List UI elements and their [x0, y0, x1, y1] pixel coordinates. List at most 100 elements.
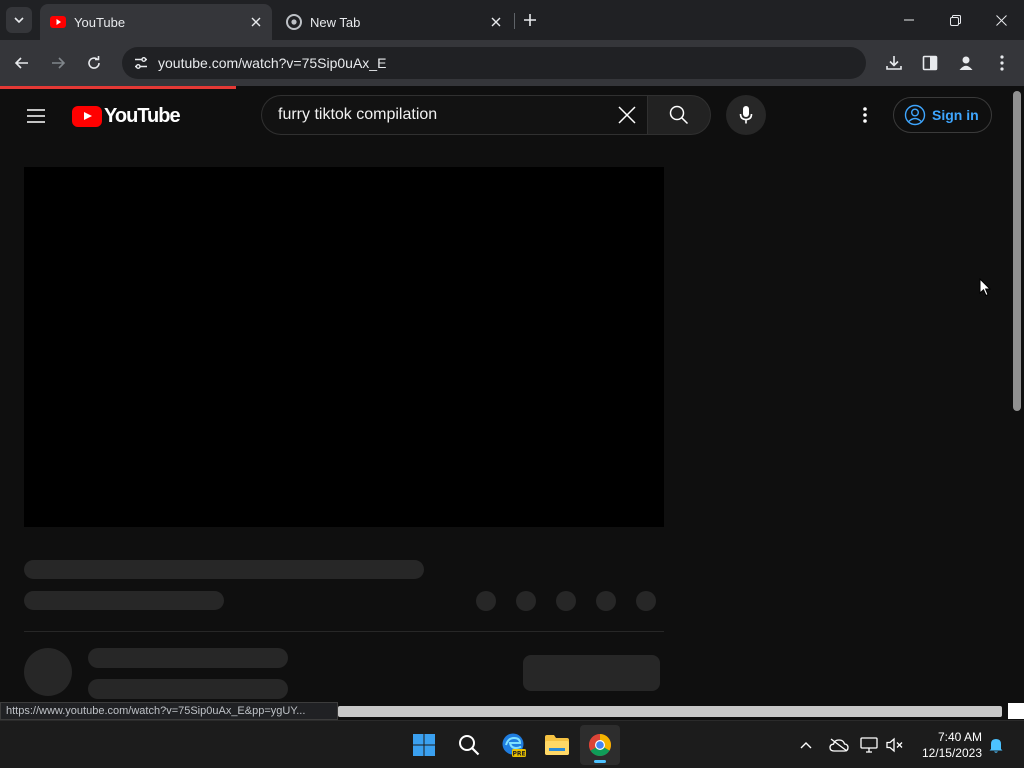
sign-in-button[interactable]: Sign in	[893, 97, 992, 133]
guide-menu-button[interactable]	[24, 104, 48, 128]
search-button[interactable]	[647, 95, 711, 135]
volume-tray-button[interactable]	[885, 735, 905, 755]
tab-new-tab[interactable]: New Tab	[276, 4, 512, 40]
action-placeholder	[596, 591, 616, 611]
microphone-icon	[739, 106, 753, 124]
edge-beta-button[interactable]: PRE	[494, 725, 534, 765]
bell-icon	[989, 739, 1003, 753]
title-placeholder	[24, 560, 424, 579]
forward-arrow-icon	[52, 57, 66, 69]
side-panel-icon	[922, 55, 938, 71]
horizontal-scrollbar[interactable]	[338, 706, 1002, 717]
tab-title: YouTube	[74, 14, 126, 30]
search-input[interactable]: furry tiktok compilation	[261, 95, 647, 135]
chevron-up-icon	[800, 742, 812, 749]
channel-subs-placeholder	[88, 679, 288, 699]
search-icon	[459, 735, 480, 756]
url-text: youtube.com/watch?v=75Sip0uAx_E	[158, 55, 387, 71]
downloads-button[interactable]	[882, 51, 906, 75]
network-tray-button[interactable]	[859, 735, 879, 755]
tab-search-button[interactable]	[6, 7, 32, 33]
start-button[interactable]	[404, 725, 444, 765]
sign-in-label: Sign in	[932, 107, 979, 123]
youtube-favicon	[50, 14, 66, 30]
new-tab-button[interactable]	[518, 8, 542, 32]
channel-name-placeholder	[88, 648, 288, 668]
taskbar-clock[interactable]: 7:40 AM 12/15/2023	[912, 729, 982, 761]
minimize-button[interactable]	[886, 0, 932, 40]
close-icon	[995, 14, 1007, 26]
youtube-play-icon	[72, 105, 102, 127]
file-explorer-button[interactable]	[537, 725, 577, 765]
hamburger-icon	[27, 109, 45, 123]
action-placeholder	[516, 591, 536, 611]
clock-time: 7:40 AM	[937, 730, 982, 744]
clear-search-button[interactable]	[607, 95, 647, 135]
account-icon	[904, 104, 926, 126]
avatar-placeholder	[24, 648, 72, 696]
video-player[interactable]	[24, 167, 664, 527]
svg-text:PRE: PRE	[512, 751, 525, 758]
search-query-text: furry tiktok compilation	[278, 106, 438, 123]
plus-icon	[524, 14, 536, 26]
tab-separator	[514, 13, 515, 29]
windows-start-icon	[413, 734, 435, 756]
address-bar[interactable]: youtube.com/watch?v=75Sip0uAx_E	[122, 47, 866, 79]
restore-icon	[949, 14, 961, 26]
restore-button[interactable]	[932, 0, 978, 40]
network-icon	[860, 737, 878, 753]
close-icon	[618, 106, 636, 124]
page-scrollbar[interactable]	[1010, 89, 1024, 705]
reload-icon	[88, 56, 100, 69]
notifications-button[interactable]	[986, 735, 1006, 755]
windows-taskbar: PRE 7:40 AM 12/15/2023	[0, 720, 1024, 768]
kebab-menu-icon	[1000, 55, 1004, 71]
clock-date: 12/15/2023	[921, 746, 982, 760]
chrome-favicon	[286, 14, 302, 30]
back-arrow-icon	[14, 57, 28, 69]
onedrive-tray-button[interactable]	[829, 735, 849, 755]
close-window-button[interactable]	[978, 0, 1024, 40]
minimize-icon	[904, 19, 914, 21]
download-icon	[886, 56, 902, 70]
site-info-icon[interactable]	[126, 55, 156, 71]
close-tab-icon[interactable]	[486, 12, 506, 32]
active-app-indicator	[594, 760, 606, 763]
youtube-page: YouTube furry tiktok compilation Sign in	[0, 89, 1010, 705]
action-placeholder	[556, 591, 576, 611]
mouse-cursor	[979, 277, 992, 302]
chrome-menu-button[interactable]	[990, 51, 1014, 75]
forward-button[interactable]	[46, 51, 70, 75]
back-button[interactable]	[10, 51, 34, 75]
tab-youtube[interactable]: YouTube	[40, 4, 272, 40]
cloud-off-icon	[829, 738, 849, 752]
profile-icon	[959, 56, 973, 70]
tab-title: New Tab	[310, 14, 361, 30]
scroll-corner	[1008, 703, 1024, 719]
close-tab-icon[interactable]	[246, 12, 266, 32]
chrome-icon	[589, 734, 611, 756]
profile-button[interactable]	[954, 51, 978, 75]
edge-beta-icon: PRE	[502, 733, 526, 758]
tab-strip: YouTube New Tab	[0, 0, 1024, 40]
reload-button[interactable]	[82, 51, 106, 75]
chrome-taskbar-button[interactable]	[580, 725, 620, 765]
side-panel-button[interactable]	[918, 51, 942, 75]
search-icon	[669, 105, 689, 125]
action-placeholder	[476, 591, 496, 611]
volume-muted-icon	[886, 737, 903, 753]
youtube-logo[interactable]: YouTube	[72, 104, 181, 127]
file-explorer-icon	[545, 735, 569, 755]
show-hidden-icons-button[interactable]	[796, 735, 816, 755]
kebab-menu-icon	[863, 107, 867, 123]
scrollbar-thumb[interactable]	[1013, 91, 1021, 411]
taskbar-search-button[interactable]	[449, 725, 489, 765]
youtube-logo-text: YouTube	[104, 104, 181, 127]
divider	[24, 631, 664, 632]
subscribe-placeholder	[523, 655, 660, 691]
action-placeholder	[636, 591, 656, 611]
subtitle-placeholder	[24, 591, 224, 610]
voice-search-button[interactable]	[726, 95, 766, 135]
settings-menu-button[interactable]	[853, 103, 877, 127]
chevron-down-icon	[14, 17, 24, 24]
